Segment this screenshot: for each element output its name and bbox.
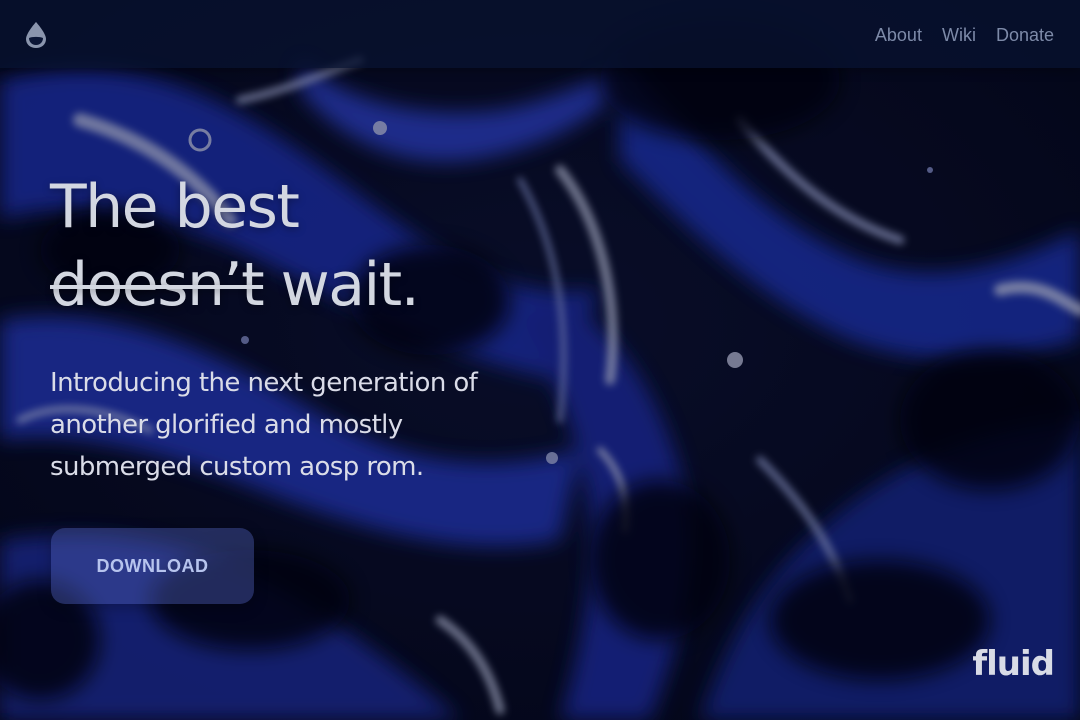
- drop-icon[interactable]: [24, 21, 48, 49]
- nav-links: About Wiki Donate: [875, 24, 1054, 46]
- nav-link-wiki[interactable]: Wiki: [942, 24, 976, 46]
- top-navbar: About Wiki Donate: [0, 0, 1080, 68]
- headline-line-1: The best: [50, 172, 300, 242]
- download-button[interactable]: DOWNLOAD: [51, 528, 254, 604]
- landing-page: About Wiki Donate The best doesn’t wait.…: [0, 0, 1080, 720]
- headline-line-2-rest: wait.: [263, 250, 420, 320]
- fluid-art-background: [0, 0, 1080, 720]
- nav-link-donate[interactable]: Donate: [996, 24, 1054, 46]
- hero-headline: The best doesn’t wait.: [50, 168, 420, 324]
- hero-tagline: Introducing the next generation of anoth…: [50, 368, 478, 482]
- fluid-wordmark: fluid: [972, 644, 1055, 684]
- nav-link-about[interactable]: About: [875, 24, 922, 46]
- headline-struck-word: doesn’t: [50, 250, 265, 320]
